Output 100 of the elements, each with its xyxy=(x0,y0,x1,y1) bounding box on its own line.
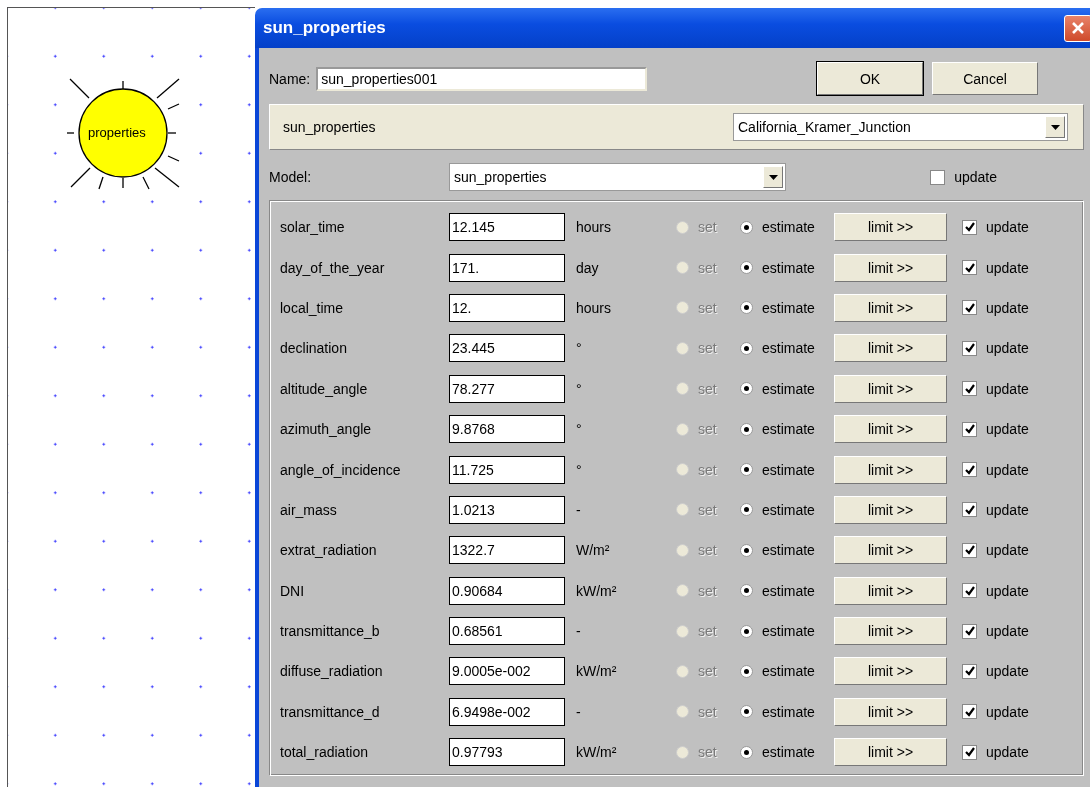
update-label: update xyxy=(986,219,1029,236)
value-field[interactable]: 171. xyxy=(449,253,565,282)
limit-button[interactable]: limit >> xyxy=(834,536,947,565)
parameter-name: transmittance_d xyxy=(280,703,381,720)
checkbox[interactable] xyxy=(962,340,977,356)
estimate-label: estimate xyxy=(762,582,815,599)
radio-button[interactable] xyxy=(740,301,753,315)
radio-button[interactable] xyxy=(740,745,753,759)
limit-button[interactable]: limit >> xyxy=(834,738,947,767)
caret-icon xyxy=(768,174,778,180)
radio-button[interactable] xyxy=(740,463,753,477)
update-label: update xyxy=(986,703,1029,720)
set-label: set xyxy=(698,421,717,438)
checkbox[interactable] xyxy=(962,381,977,397)
cancel-button[interactable]: Cancel xyxy=(932,62,1038,95)
parameter-name: DNI xyxy=(280,582,306,599)
limit-button[interactable]: limit >> xyxy=(834,213,947,242)
node-label: properties xyxy=(88,125,146,140)
dropdown-button[interactable] xyxy=(763,166,783,188)
value-field[interactable]: 1.0213 xyxy=(449,495,565,524)
limit-button[interactable]: limit >> xyxy=(834,253,947,282)
value-field[interactable]: 0.97793 xyxy=(449,738,565,767)
value-field[interactable]: 9.8768 xyxy=(449,415,565,444)
limit-button[interactable]: limit >> xyxy=(834,293,947,322)
unit-label: ° xyxy=(575,380,583,397)
radio-button[interactable] xyxy=(740,261,753,275)
checkbox[interactable] xyxy=(962,542,977,558)
parameter-name: total_radiation xyxy=(280,744,369,761)
value-field[interactable]: 78.277 xyxy=(449,374,565,403)
checkbox[interactable] xyxy=(962,300,977,316)
value-field[interactable]: 0.68561 xyxy=(449,617,565,646)
parameter-name: diffuse_radiation xyxy=(280,663,384,680)
radio-button[interactable] xyxy=(740,503,753,517)
radio-button[interactable] xyxy=(740,624,753,638)
checkbox[interactable] xyxy=(962,502,977,518)
estimate-label: estimate xyxy=(762,461,815,478)
name-field[interactable]: sun_properties001 xyxy=(316,66,648,91)
limit-button[interactable]: limit >> xyxy=(834,374,947,403)
limit-button[interactable]: limit >> xyxy=(834,617,947,646)
ok-button[interactable]: OK xyxy=(817,62,923,95)
checkbox[interactable] xyxy=(930,169,946,185)
update-label: update xyxy=(986,663,1029,680)
estimate-label: estimate xyxy=(762,421,815,438)
estimate-label: estimate xyxy=(762,259,815,276)
limit-button[interactable]: limit >> xyxy=(834,334,947,363)
limit-button[interactable]: limit >> xyxy=(834,697,947,726)
update-label: update xyxy=(986,461,1029,478)
unit-label: hours xyxy=(575,299,613,316)
update-label: update xyxy=(986,421,1029,438)
set-label: set xyxy=(698,703,717,720)
estimate-label: estimate xyxy=(762,703,815,720)
unit-label: day xyxy=(575,259,600,276)
radio-button[interactable] xyxy=(740,705,753,719)
checkbox[interactable] xyxy=(962,623,977,639)
model-dropdown[interactable]: sun_properties xyxy=(449,163,786,191)
limit-button[interactable]: limit >> xyxy=(834,576,947,605)
limit-button[interactable]: limit >> xyxy=(834,495,947,524)
value-field[interactable]: 23.445 xyxy=(449,334,565,363)
dropdown-button[interactable] xyxy=(1045,116,1065,138)
parameter-name: local_time xyxy=(280,299,345,316)
checkbox[interactable] xyxy=(962,462,977,478)
set-label: set xyxy=(698,219,717,236)
checkbox[interactable] xyxy=(962,260,977,276)
radio-button[interactable] xyxy=(740,341,753,355)
checkbox[interactable] xyxy=(962,583,977,599)
unit-label: ° xyxy=(575,421,583,438)
location-dropdown[interactable]: California_Kramer_Junction xyxy=(733,113,1068,141)
limit-button[interactable]: limit >> xyxy=(834,657,947,686)
checkbox[interactable] xyxy=(962,421,977,437)
limit-button[interactable]: limit >> xyxy=(834,455,947,484)
estimate-label: estimate xyxy=(762,542,815,559)
value-field[interactable]: 11.725 xyxy=(449,455,565,484)
value-field[interactable]: 6.9498e-002 xyxy=(449,697,565,726)
value-field[interactable]: 12.145 xyxy=(449,213,565,242)
radio-button[interactable] xyxy=(740,584,753,598)
value-field[interactable]: 0.90684 xyxy=(449,576,565,605)
checkbox[interactable] xyxy=(962,744,977,760)
checkbox[interactable] xyxy=(962,219,977,235)
value-field[interactable]: 9.0005e-002 xyxy=(449,657,565,686)
checkbox[interactable] xyxy=(962,664,977,679)
update-label: update xyxy=(986,259,1029,276)
unit-label: - xyxy=(575,501,582,518)
checkbox[interactable] xyxy=(962,704,977,720)
limit-button[interactable]: limit >> xyxy=(834,415,947,444)
estimate-label: estimate xyxy=(762,663,815,680)
unit-label: kW/m² xyxy=(575,582,618,599)
close-button[interactable] xyxy=(1064,14,1090,42)
window-title: sun_properties xyxy=(263,18,387,38)
radio-button[interactable] xyxy=(740,543,753,557)
value-field[interactable]: 12. xyxy=(449,293,565,322)
radio-button[interactable] xyxy=(740,382,753,396)
radio-button[interactable] xyxy=(740,220,753,234)
parameter-name: transmittance_b xyxy=(280,623,381,640)
update-label: update xyxy=(986,623,1029,640)
value-field[interactable]: 1322.7 xyxy=(449,536,565,565)
unit-label: ° xyxy=(575,340,583,357)
radio-button[interactable] xyxy=(740,422,753,436)
radio-button[interactable] xyxy=(740,665,753,678)
estimate-label: estimate xyxy=(762,299,815,316)
close-icon xyxy=(1071,21,1085,35)
